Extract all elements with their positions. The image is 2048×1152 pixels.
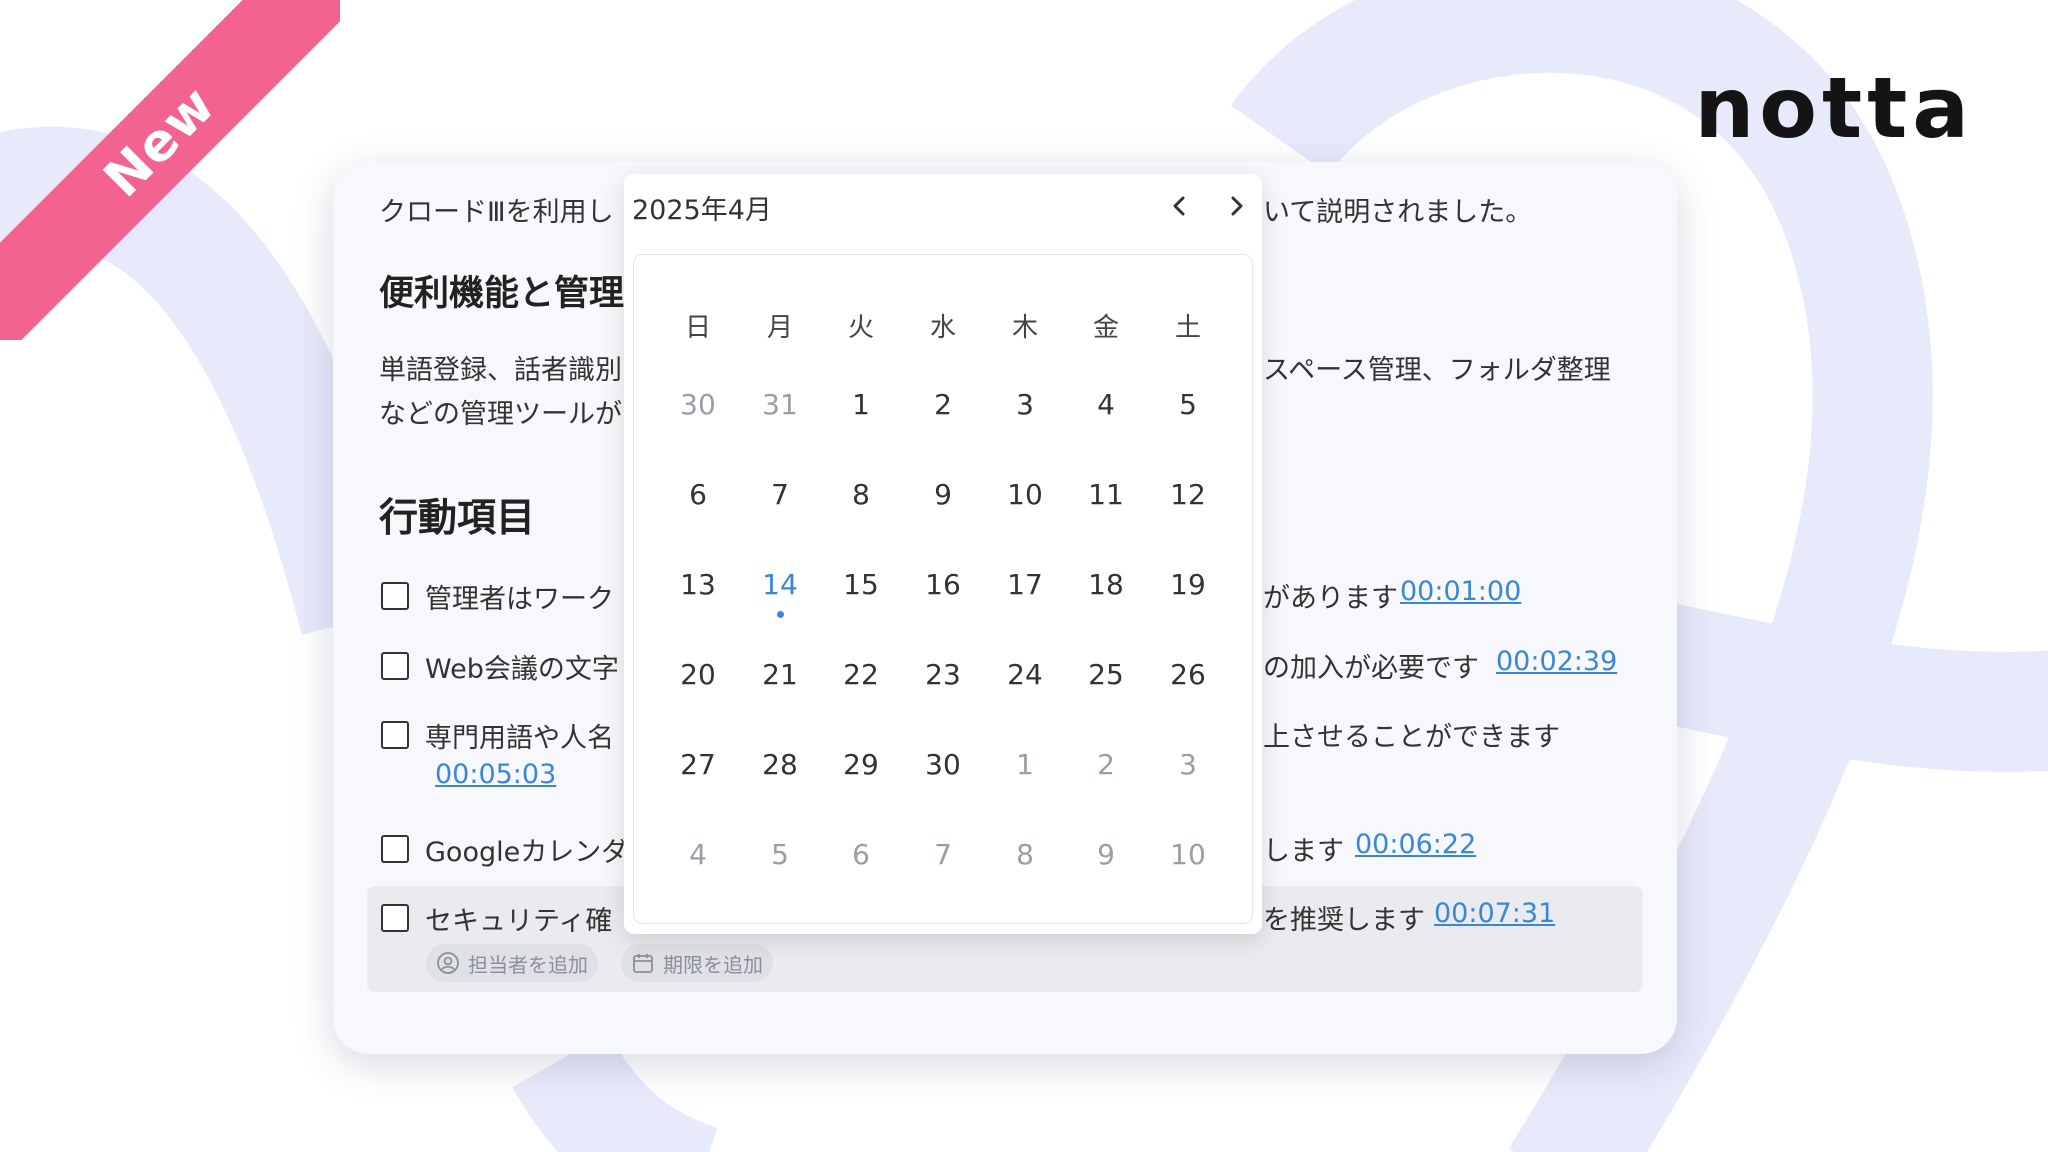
calendar-day[interactable]: 13 [663,568,733,601]
task-text-start: セキュリティ確 [425,905,613,937]
calendar-day[interactable]: 20 [663,658,733,691]
calendar-day[interactable]: 21 [745,658,815,691]
calendar-day[interactable]: 8 [990,838,1060,871]
calendar-day[interactable]: 9 [908,478,978,511]
task-text-end: を推奨します [1263,905,1425,936]
task-checkbox[interactable] [381,835,409,863]
calendar-day[interactable]: 6 [663,478,733,511]
calendar-day[interactable]: 15 [826,568,896,601]
today-indicator-dot [777,611,784,618]
new-ribbon-label: New [0,0,340,340]
chevron-left-icon[interactable] [1164,190,1196,222]
calendar-day[interactable]: 26 [1153,658,1223,691]
task-timestamp-link[interactable]: 00:02:39 [1496,646,1617,677]
calendar-day[interactable]: 8 [826,478,896,511]
date-picker-popup: 2025年4月 日 月 火 水 木 金 土 30 31 1 2 3 4 5 6 … [624,174,1262,934]
task-item[interactable]: 管理者はワーク [381,574,614,618]
calendar-day[interactable]: 28 [745,748,815,781]
weekday-header: 水 [929,313,956,343]
weekday-header: 日 [684,313,711,343]
calendar-icon [633,954,653,973]
calendar-day[interactable]: 18 [1071,568,1141,601]
weekday-header: 月 [766,313,793,343]
calendar-day[interactable]: 4 [663,838,733,871]
calendar-day[interactable]: 3 [990,388,1060,421]
calendar-day[interactable]: 12 [1153,478,1223,511]
calendar-day[interactable]: 30 [908,748,978,781]
calendar-day[interactable]: 7 [908,838,978,871]
chevron-right-icon[interactable] [1220,190,1252,222]
calendar-day[interactable]: 30 [663,388,733,421]
add-deadline-button[interactable]: 期限を追加 [621,944,773,982]
calendar-day[interactable]: 19 [1153,568,1223,601]
task-timestamp-link[interactable]: 00:05:03 [435,759,556,790]
task-text-end: の加入が必要です [1263,653,1479,684]
features-line1-end: スペース管理、フォルダ整理 [1263,355,1611,386]
calendar-day[interactable]: 6 [826,838,896,871]
calendar-day[interactable]: 29 [826,748,896,781]
calendar-day[interactable]: 25 [1071,658,1141,691]
weekday-header: 木 [1011,313,1038,343]
task-item[interactable]: Web会議の文字 [381,644,619,688]
notta-logo: notta [1694,59,1974,157]
features-heading: 便利機能と管理 [379,274,625,314]
calendar-day[interactable]: 2 [1071,748,1141,781]
calendar-day[interactable]: 16 [908,568,978,601]
task-checkbox[interactable] [381,582,409,610]
calendar-day[interactable]: 24 [990,658,1060,691]
add-assignee-button[interactable]: 担当者を追加 [426,944,598,982]
add-assignee-label: 担当者を追加 [468,952,588,977]
add-deadline-label: 期限を追加 [663,952,763,977]
calendar-day[interactable]: 23 [908,658,978,691]
task-text-end: 上させることができます [1263,722,1560,753]
calendar-day-today[interactable]: 14 [745,568,815,601]
task-checkbox[interactable] [381,652,409,680]
calendar-day[interactable]: 27 [663,748,733,781]
task-text-start: 管理者はワーク [425,583,614,615]
task-timestamp-link[interactable]: 00:07:31 [1434,898,1555,929]
task-text-start: Web会議の文字 [425,653,619,685]
calendar-day[interactable]: 3 [1153,748,1223,781]
intro-text-start: クロードⅢを利用し [379,197,614,228]
calendar-month-title: 2025年4月 [632,195,772,226]
calendar-day[interactable]: 11 [1071,478,1141,511]
task-timestamp-link[interactable]: 00:06:22 [1355,829,1476,860]
calendar-day[interactable]: 10 [990,478,1060,511]
calendar-day[interactable]: 31 [745,388,815,421]
task-checkbox[interactable] [381,904,409,932]
task-item[interactable]: 専門用語や人名 [381,713,614,757]
calendar-day[interactable]: 5 [1153,388,1223,421]
task-text-start: 専門用語や人名 [425,722,614,754]
user-circle-icon [437,952,459,974]
calendar-day[interactable]: 5 [745,838,815,871]
task-item[interactable]: Googleカレンダ [381,827,628,871]
task-timestamp-link[interactable]: 00:01:00 [1400,576,1521,607]
calendar-day[interactable]: 7 [745,478,815,511]
calendar-day[interactable]: 17 [990,568,1060,601]
weekday-header: 火 [847,313,874,343]
task-checkbox[interactable] [381,721,409,749]
features-line2-start: などの管理ツールが [379,399,622,430]
features-line1-start: 単語登録、話者識別 [379,355,622,386]
weekday-header: 土 [1174,313,1201,343]
calendar-day[interactable]: 9 [1071,838,1141,871]
calendar-day[interactable]: 4 [1071,388,1141,421]
task-text-end: があります [1263,583,1398,614]
calendar-grid: 日 月 火 水 木 金 土 30 31 1 2 3 4 5 6 7 8 9 10… [633,254,1253,924]
action-items-heading: 行動項目 [379,496,536,541]
intro-text-end: いて説明されました。 [1263,197,1533,228]
task-text-start: Googleカレンダ [425,836,629,868]
task-text-end: します [1263,836,1344,867]
calendar-day[interactable]: 2 [908,388,978,421]
calendar-day[interactable]: 10 [1153,838,1223,871]
calendar-day[interactable]: 1 [826,388,896,421]
new-ribbon: New [0,0,340,340]
weekday-header: 金 [1092,313,1119,343]
calendar-day[interactable]: 22 [826,658,896,691]
task-item[interactable]: セキュリティ確 [381,896,612,940]
calendar-day[interactable]: 1 [990,748,1060,781]
